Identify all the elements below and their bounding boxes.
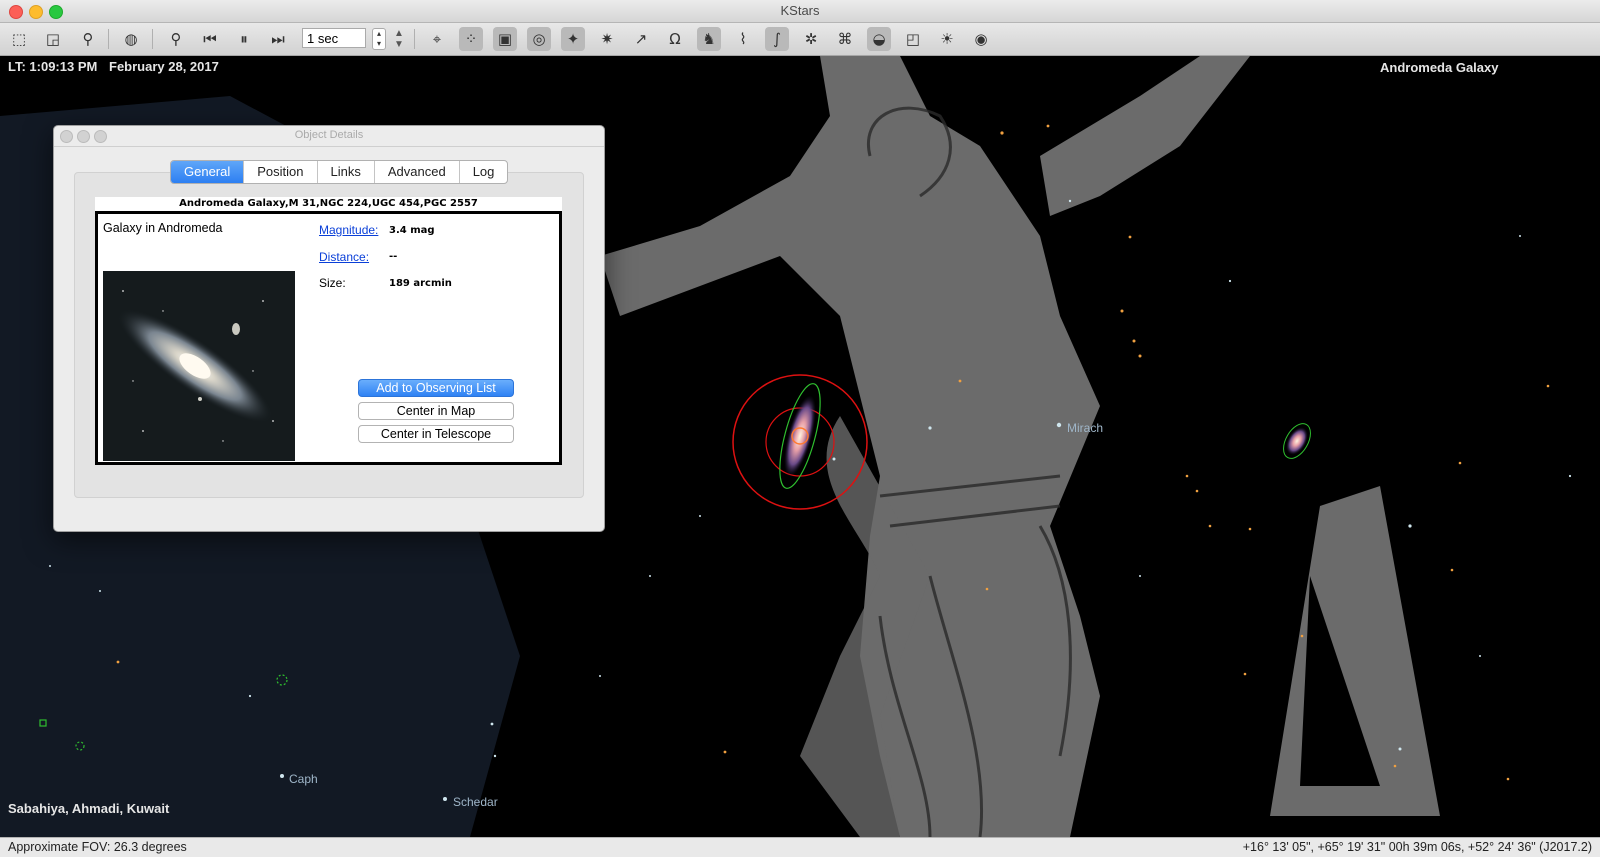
constellation-bounds-icon[interactable]: ⌇ (731, 27, 755, 51)
time-unit-spinner[interactable]: ▴ ▾ (372, 28, 386, 50)
tab-position[interactable]: Position (244, 161, 318, 183)
tab-links[interactable]: Links (318, 161, 375, 183)
fov-icon[interactable]: ◰ (901, 27, 925, 51)
coordinates-status: +16° 13' 05", +65° 19' 31" 00h 39m 06s, … (1242, 840, 1592, 854)
equatorial-grid-icon[interactable]: ✲ (799, 27, 823, 51)
zoom-icon[interactable]: ⚲ (164, 27, 188, 51)
star-label-mirach: Mirach (1067, 421, 1104, 435)
step-forward-icon[interactable]: ⏭ (266, 27, 290, 51)
observing-list-icon[interactable]: ☀ (935, 27, 959, 51)
solar-system-icon[interactable]: ◎ (527, 27, 551, 51)
center-in-map-button[interactable]: Center in Map (358, 402, 514, 420)
add-to-observing-list-button[interactable]: Add to Observing List (358, 379, 514, 397)
date-label: February 28, 2017 (109, 59, 219, 74)
constellation-lines-icon[interactable]: ↗ (629, 27, 653, 51)
time-step-input[interactable]: 1 sec (302, 28, 366, 48)
focus-object-label: Andromeda Galaxy (1380, 60, 1499, 75)
tab-log[interactable]: Log (460, 161, 508, 183)
dialog-title: Object Details (294, 129, 364, 141)
object-type-label: Galaxy in Andromeda (103, 221, 223, 235)
magnitude-link[interactable]: Magnitude: (319, 223, 378, 237)
ground-icon[interactable]: ◒ (867, 27, 891, 51)
deep-sky-icon[interactable]: ▣ (493, 27, 517, 51)
stars-icon[interactable]: ⁘ (459, 27, 483, 51)
location-label: Sabahiya, Ahmadi, Kuwait (8, 801, 170, 816)
pause-icon[interactable]: ⏸ (232, 27, 256, 51)
globe-icon[interactable]: ◍ (119, 27, 143, 51)
target-icon[interactable]: ⌖ (425, 27, 449, 51)
tab-advanced[interactable]: Advanced (375, 161, 460, 183)
step-back-icon[interactable]: ⏮ (198, 27, 222, 51)
star-label-caph: Caph (289, 772, 318, 786)
find-icon[interactable]: ⚲ (76, 27, 100, 51)
eye-icon[interactable]: ◉ (969, 27, 993, 51)
supernova-icon[interactable]: ✷ (595, 27, 619, 51)
star-label-schedar: Schedar (453, 795, 498, 809)
size-value: 189 arcmin (389, 278, 452, 289)
window-titlebar: KStars (0, 0, 1600, 23)
center-in-telescope-button[interactable]: Center in Telescope (358, 425, 514, 443)
main-toolbar: ⬚ ◲ ⚲ ◍ ⚲ ⏮ ⏸ ⏭ 1 sec ▴ ▾ ▲ ▼ ⌖ ⁘ ▣ ◎ ✦ ✷ … (0, 23, 1600, 56)
satellite-icon[interactable]: ✦ (561, 27, 585, 51)
status-bar: Approximate FOV: 26.3 degrees +16° 13' 0… (0, 837, 1600, 857)
fullscreen-box-icon[interactable]: ◲ (41, 27, 65, 51)
constellation-art-icon[interactable]: ♞ (697, 27, 721, 51)
object-names-header: Andromeda Galaxy,M 31,NGC 224,UGC 454,PG… (95, 197, 562, 211)
zoom-box-icon[interactable]: ⬚ (7, 27, 31, 51)
time-step-spinner[interactable]: ▲ ▼ (388, 28, 410, 50)
distance-link[interactable]: Distance: (319, 250, 369, 264)
milky-way-icon[interactable]: ∫ (765, 27, 789, 51)
window-title: KStars (780, 3, 820, 18)
tab-general[interactable]: General (171, 161, 245, 183)
magnitude-value: 3.4 mag (389, 225, 435, 236)
dialog-titlebar: Object Details (54, 126, 604, 147)
object-info-frame: Galaxy in Andromeda Magnitude: 3.4 mag D… (95, 211, 562, 465)
local-time-label: LT: 1:09:13 PM (8, 59, 98, 74)
distance-value: -- (389, 251, 398, 262)
dialog-tab-bar: General Position Links Advanced Log (170, 160, 509, 184)
constellation-names-icon[interactable]: Ω (663, 27, 687, 51)
object-details-dialog: Object Details General Position Links Ad… (53, 125, 605, 532)
horizontal-grid-icon[interactable]: ⌘ (833, 27, 857, 51)
fov-status: Approximate FOV: 26.3 degrees (8, 840, 187, 854)
size-label: Size: (319, 276, 346, 290)
galaxy-thumbnail-image[interactable] (103, 271, 295, 461)
